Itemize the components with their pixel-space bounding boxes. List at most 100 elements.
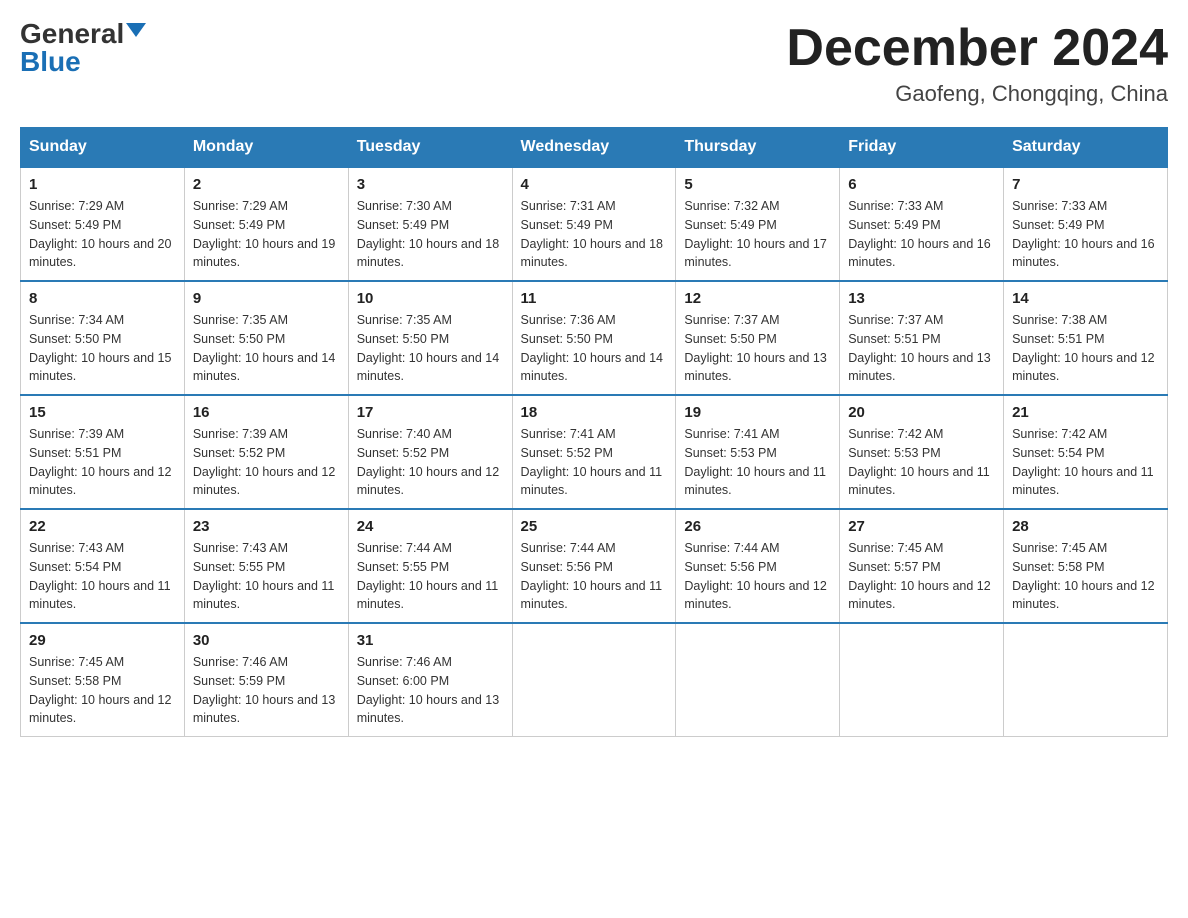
day-number: 17 <box>357 404 504 421</box>
day-number: 7 <box>1012 176 1159 193</box>
day-info: Sunrise: 7:32 AMSunset: 5:49 PMDaylight:… <box>684 197 831 272</box>
calendar-cell <box>840 623 1004 737</box>
calendar-body: 1 Sunrise: 7:29 AMSunset: 5:49 PMDaylight… <box>21 167 1168 737</box>
calendar-cell <box>676 623 840 737</box>
day-info: Sunrise: 7:43 AMSunset: 5:54 PMDaylight:… <box>29 539 176 614</box>
calendar-cell: 31 Sunrise: 7:46 AMSunset: 6:00 PMDayligh… <box>348 623 512 737</box>
day-info: Sunrise: 7:30 AMSunset: 5:49 PMDaylight:… <box>357 197 504 272</box>
day-info: Sunrise: 7:44 AMSunset: 5:55 PMDaylight:… <box>357 539 504 614</box>
calendar-cell: 28 Sunrise: 7:45 AMSunset: 5:58 PMDayligh… <box>1004 509 1168 623</box>
day-info: Sunrise: 7:45 AMSunset: 5:58 PMDaylight:… <box>1012 539 1159 614</box>
day-number: 24 <box>357 518 504 535</box>
day-info: Sunrise: 7:34 AMSunset: 5:50 PMDaylight:… <box>29 311 176 386</box>
day-number: 23 <box>193 518 340 535</box>
calendar-cell: 19 Sunrise: 7:41 AMSunset: 5:53 PMDayligh… <box>676 395 840 509</box>
calendar-cell: 2Sunrise: 7:29 AMSunset: 5:49 PMDaylight… <box>184 167 348 281</box>
day-info: Sunrise: 7:44 AMSunset: 5:56 PMDaylight:… <box>684 539 831 614</box>
calendar-cell: 26 Sunrise: 7:44 AMSunset: 5:56 PMDayligh… <box>676 509 840 623</box>
calendar-cell: 10Sunrise: 7:35 AMSunset: 5:50 PMDayligh… <box>348 281 512 395</box>
day-info: Sunrise: 7:36 AMSunset: 5:50 PMDaylight:… <box>521 311 668 386</box>
calendar-cell: 1 Sunrise: 7:29 AMSunset: 5:49 PMDaylight… <box>21 167 185 281</box>
day-number: 5 <box>684 176 831 193</box>
calendar-cell: 9Sunrise: 7:35 AMSunset: 5:50 PMDaylight… <box>184 281 348 395</box>
day-info: Sunrise: 7:41 AMSunset: 5:52 PMDaylight:… <box>521 425 668 500</box>
day-number: 28 <box>1012 518 1159 535</box>
calendar-cell: 11 Sunrise: 7:36 AMSunset: 5:50 PMDayligh… <box>512 281 676 395</box>
day-number: 22 <box>29 518 176 535</box>
day-info: Sunrise: 7:42 AMSunset: 5:54 PMDaylight:… <box>1012 425 1159 500</box>
day-number: 15 <box>29 404 176 421</box>
day-info: Sunrise: 7:40 AMSunset: 5:52 PMDaylight:… <box>357 425 504 500</box>
day-number: 3 <box>357 176 504 193</box>
calendar-cell: 24 Sunrise: 7:44 AMSunset: 5:55 PMDayligh… <box>348 509 512 623</box>
calendar-cell: 3 Sunrise: 7:30 AMSunset: 5:49 PMDaylight… <box>348 167 512 281</box>
calendar-week-row: 22 Sunrise: 7:43 AMSunset: 5:54 PMDayligh… <box>21 509 1168 623</box>
calendar-cell: 15 Sunrise: 7:39 AMSunset: 5:51 PMDayligh… <box>21 395 185 509</box>
day-info: Sunrise: 7:37 AMSunset: 5:51 PMDaylight:… <box>848 311 995 386</box>
calendar-cell: 25Sunrise: 7:44 AMSunset: 5:56 PMDayligh… <box>512 509 676 623</box>
day-number: 20 <box>848 404 995 421</box>
day-number: 2 <box>193 176 340 193</box>
day-info: Sunrise: 7:35 AMSunset: 5:50 PMDaylight:… <box>193 311 340 386</box>
logo-blue-text: Blue <box>20 48 81 76</box>
calendar-table: SundayMondayTuesdayWednesdayThursdayFrid… <box>20 127 1168 737</box>
calendar-cell: 22 Sunrise: 7:43 AMSunset: 5:54 PMDayligh… <box>21 509 185 623</box>
day-info: Sunrise: 7:43 AMSunset: 5:55 PMDaylight:… <box>193 539 340 614</box>
calendar-cell <box>1004 623 1168 737</box>
calendar-week-row: 29Sunrise: 7:45 AMSunset: 5:58 PMDayligh… <box>21 623 1168 737</box>
day-info: Sunrise: 7:38 AMSunset: 5:51 PMDaylight:… <box>1012 311 1159 386</box>
day-info: Sunrise: 7:45 AMSunset: 5:57 PMDaylight:… <box>848 539 995 614</box>
day-number: 18 <box>521 404 668 421</box>
calendar-cell: 6 Sunrise: 7:33 AMSunset: 5:49 PMDaylight… <box>840 167 1004 281</box>
day-header-thursday: Thursday <box>676 128 840 168</box>
calendar-cell: 7 Sunrise: 7:33 AMSunset: 5:49 PMDaylight… <box>1004 167 1168 281</box>
day-info: Sunrise: 7:41 AMSunset: 5:53 PMDaylight:… <box>684 425 831 500</box>
logo-arrow-icon <box>126 23 146 37</box>
day-info: Sunrise: 7:35 AMSunset: 5:50 PMDaylight:… <box>357 311 504 386</box>
calendar-week-row: 8 Sunrise: 7:34 AMSunset: 5:50 PMDaylight… <box>21 281 1168 395</box>
calendar-cell: 23 Sunrise: 7:43 AMSunset: 5:55 PMDayligh… <box>184 509 348 623</box>
day-header-tuesday: Tuesday <box>348 128 512 168</box>
calendar-cell: 29Sunrise: 7:45 AMSunset: 5:58 PMDayligh… <box>21 623 185 737</box>
day-number: 19 <box>684 404 831 421</box>
day-number: 6 <box>848 176 995 193</box>
day-number: 8 <box>29 290 176 307</box>
day-header-sunday: Sunday <box>21 128 185 168</box>
day-info: Sunrise: 7:29 AMSunset: 5:49 PMDaylight:… <box>29 197 176 272</box>
day-header-wednesday: Wednesday <box>512 128 676 168</box>
day-number: 1 <box>29 176 176 193</box>
day-info: Sunrise: 7:46 AMSunset: 6:00 PMDaylight:… <box>357 653 504 728</box>
day-info: Sunrise: 7:39 AMSunset: 5:51 PMDaylight:… <box>29 425 176 500</box>
calendar-cell: 27 Sunrise: 7:45 AMSunset: 5:57 PMDayligh… <box>840 509 1004 623</box>
calendar-cell: 4Sunrise: 7:31 AMSunset: 5:49 PMDaylight… <box>512 167 676 281</box>
calendar-cell: 18 Sunrise: 7:41 AMSunset: 5:52 PMDayligh… <box>512 395 676 509</box>
day-number: 30 <box>193 632 340 649</box>
calendar-cell: 13 Sunrise: 7:37 AMSunset: 5:51 PMDayligh… <box>840 281 1004 395</box>
day-number: 26 <box>684 518 831 535</box>
calendar-week-row: 1 Sunrise: 7:29 AMSunset: 5:49 PMDaylight… <box>21 167 1168 281</box>
day-header-friday: Friday <box>840 128 1004 168</box>
day-info: Sunrise: 7:33 AMSunset: 5:49 PMDaylight:… <box>1012 197 1159 272</box>
day-number: 31 <box>357 632 504 649</box>
day-number: 11 <box>521 290 668 307</box>
day-number: 13 <box>848 290 995 307</box>
calendar-cell: 8 Sunrise: 7:34 AMSunset: 5:50 PMDaylight… <box>21 281 185 395</box>
logo: General Blue <box>20 20 146 76</box>
day-info: Sunrise: 7:46 AMSunset: 5:59 PMDaylight:… <box>193 653 340 728</box>
calendar-cell: 21 Sunrise: 7:42 AMSunset: 5:54 PMDayligh… <box>1004 395 1168 509</box>
calendar-cell: 14 Sunrise: 7:38 AMSunset: 5:51 PMDayligh… <box>1004 281 1168 395</box>
month-year-title: December 2024 <box>786 20 1168 77</box>
day-info: Sunrise: 7:45 AMSunset: 5:58 PMDaylight:… <box>29 653 176 728</box>
day-number: 27 <box>848 518 995 535</box>
day-info: Sunrise: 7:39 AMSunset: 5:52 PMDaylight:… <box>193 425 340 500</box>
day-info: Sunrise: 7:33 AMSunset: 5:49 PMDaylight:… <box>848 197 995 272</box>
day-header-saturday: Saturday <box>1004 128 1168 168</box>
day-number: 21 <box>1012 404 1159 421</box>
day-number: 14 <box>1012 290 1159 307</box>
calendar-cell: 17 Sunrise: 7:40 AMSunset: 5:52 PMDayligh… <box>348 395 512 509</box>
location-subtitle: Gaofeng, Chongqing, China <box>786 81 1168 107</box>
day-header-row: SundayMondayTuesdayWednesdayThursdayFrid… <box>21 128 1168 168</box>
day-number: 4 <box>521 176 668 193</box>
day-info: Sunrise: 7:37 AMSunset: 5:50 PMDaylight:… <box>684 311 831 386</box>
day-number: 16 <box>193 404 340 421</box>
